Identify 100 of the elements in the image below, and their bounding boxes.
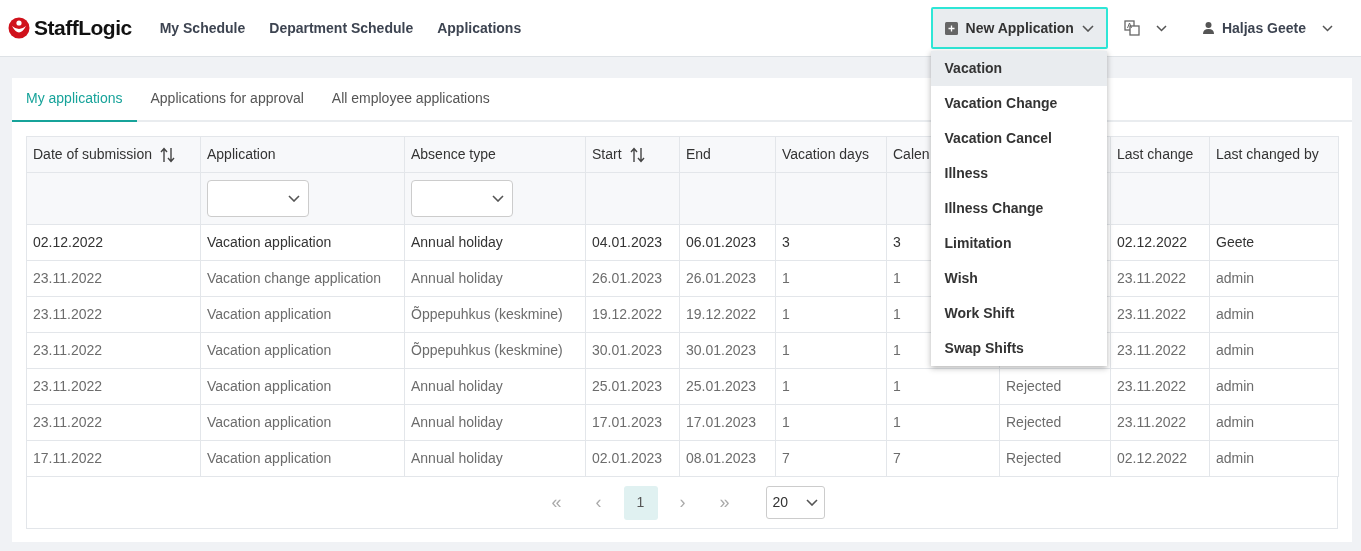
new-application-button[interactable]: New Application	[930, 7, 1108, 49]
chevron-down-icon	[805, 499, 818, 506]
table-cell-text: Rejected	[1006, 414, 1062, 430]
tab[interactable]: All employee applications	[317, 78, 504, 122]
table-cell-text: 23.11.2022	[33, 378, 103, 394]
table-cell-text: 1	[893, 378, 901, 394]
table-cell-text: Annual holiday	[411, 234, 503, 250]
table-cell-text: 26.01.2023	[686, 270, 757, 286]
sort-icon[interactable]	[160, 147, 176, 164]
table-cell-text: 23.11.2022	[33, 306, 103, 322]
page-size-dropdown[interactable]: 20	[765, 486, 825, 519]
column-header: End	[686, 146, 711, 162]
table-cell-text: 1	[893, 342, 901, 358]
table-cell-text: 30.01.2023	[592, 342, 663, 358]
table-cell-text: Õppepuhkus (keskmine)	[411, 306, 563, 322]
table-cell-text: 23.11.2022	[33, 270, 103, 286]
table-cell-text: admin	[1216, 450, 1255, 466]
user-icon	[1202, 22, 1214, 34]
table-cell-text: 23.11.2022	[1117, 342, 1187, 358]
chevron-down-icon	[1081, 24, 1094, 32]
menu-item[interactable]: Swap Shifts	[930, 331, 1107, 366]
page-button[interactable]: 1	[623, 485, 658, 520]
menu-item[interactable]: Work Shift	[930, 296, 1107, 331]
chevron-down-icon	[1155, 24, 1167, 32]
menu-item[interactable]: Vacation Cancel	[930, 121, 1107, 156]
table-cell-text: 02.12.2022	[33, 234, 104, 250]
column-header: Calen	[893, 146, 930, 162]
table-cell-text: 17.11.2022	[33, 450, 103, 466]
column-header: Start	[592, 146, 622, 162]
user-name[interactable]: Haljas Geete	[1221, 17, 1306, 39]
table-cell-text: 19.12.2022	[686, 306, 757, 322]
nav-link-item[interactable]: Applications	[437, 17, 522, 39]
table-cell-text: 1	[893, 270, 901, 286]
table-cell-text: 08.01.2023	[686, 450, 757, 466]
table-cell-text: Vacation application	[207, 450, 332, 466]
table-cell-text: 23.11.2022	[33, 414, 103, 430]
table-cell-text: Vacation application	[207, 342, 332, 358]
table-cell-text: 1	[782, 342, 790, 358]
table-cell-text: 25.01.2023	[686, 378, 757, 394]
table-cell-text: 1	[782, 306, 790, 322]
table-cell-text: 04.01.2023	[592, 234, 663, 250]
table-cell-text: 1	[782, 270, 790, 286]
table-cell-text: Geete	[1216, 234, 1255, 250]
table-cell-text: Vacation application	[207, 378, 332, 394]
table-cell-text: 23.11.2022	[1117, 378, 1187, 394]
menu-item[interactable]: Vacation Change	[930, 86, 1107, 121]
table-cell-text: 1	[782, 378, 790, 394]
column-header: Absence type	[411, 146, 496, 162]
nav-link-item[interactable]: Department Schedule	[269, 17, 414, 39]
table-cell-text: Annual holiday	[411, 378, 503, 394]
table-cell-text: 1	[893, 414, 901, 430]
table-cell-text: Vacation change application	[207, 270, 382, 286]
table-cell-text: Annual holiday	[411, 450, 503, 466]
menu-item[interactable]: Vacation	[930, 51, 1107, 86]
table-cell-text: Vacation application	[207, 414, 332, 430]
menu-item[interactable]: Illness	[930, 156, 1107, 191]
column-header: Date of submission	[33, 146, 153, 162]
table-cell-text: admin	[1216, 342, 1255, 358]
table-cell-text: Annual holiday	[411, 414, 503, 430]
column-header: Last changed by	[1216, 146, 1319, 162]
chevron-down-icon	[1322, 24, 1333, 32]
table-cell-text: 30.01.2023	[686, 342, 757, 358]
sort-icon[interactable]	[629, 147, 645, 164]
table-cell-text: Annual holiday	[411, 270, 503, 286]
logo-icon	[8, 17, 30, 39]
table-cell-text: 17.01.2023	[592, 414, 663, 430]
table-cell-text: 3	[782, 234, 790, 250]
brand-name[interactable]: StaffLogic	[34, 12, 132, 44]
table-cell-text: 7	[893, 450, 901, 466]
table-cell-text: 1	[782, 414, 790, 430]
table-cell-text: 02.01.2023	[592, 450, 663, 466]
tab[interactable]: Applications for approval	[136, 78, 318, 122]
table-cell-text: admin	[1216, 378, 1255, 394]
table-cell-text: 02.12.2022	[1117, 234, 1188, 250]
language-button[interactable]	[1123, 20, 1167, 36]
table-cell-text: 19.12.2022	[592, 306, 663, 322]
table-cell-text: Õppepuhkus (keskmine)	[411, 342, 563, 358]
table-cell-text: Rejected	[1006, 378, 1062, 394]
nav-link-item[interactable]: My Schedule	[159, 17, 246, 39]
chevron-down-icon	[288, 195, 300, 202]
table-cell-text: Vacation application	[207, 234, 332, 250]
table-cell-text: 25.01.2023	[592, 378, 663, 394]
table-cell-text: 23.11.2022	[1117, 306, 1187, 322]
table-cell-text: Vacation application	[207, 306, 332, 322]
menu-item[interactable]: Wish	[930, 261, 1107, 296]
column-header: Application	[207, 146, 276, 162]
table-cell-text: Rejected	[1006, 450, 1062, 466]
table-cell-text: 26.01.2023	[592, 270, 663, 286]
menu-item[interactable]: Illness Change	[930, 191, 1107, 226]
chevron-down-icon	[492, 195, 504, 202]
table-cell-text: 1	[893, 306, 901, 322]
table-cell-text: admin	[1216, 414, 1255, 430]
table-cell-text: 17.01.2023	[686, 414, 757, 430]
table-cell-text: 02.12.2022	[1117, 450, 1188, 466]
menu-item[interactable]: Limitation	[930, 226, 1107, 261]
table-cell-text: admin	[1216, 306, 1255, 322]
table-cell-text: 23.11.2022	[33, 342, 103, 358]
table-cell-text: 3	[893, 234, 901, 250]
table-cell-text: admin	[1216, 270, 1255, 286]
plus-square-icon	[944, 21, 958, 35]
